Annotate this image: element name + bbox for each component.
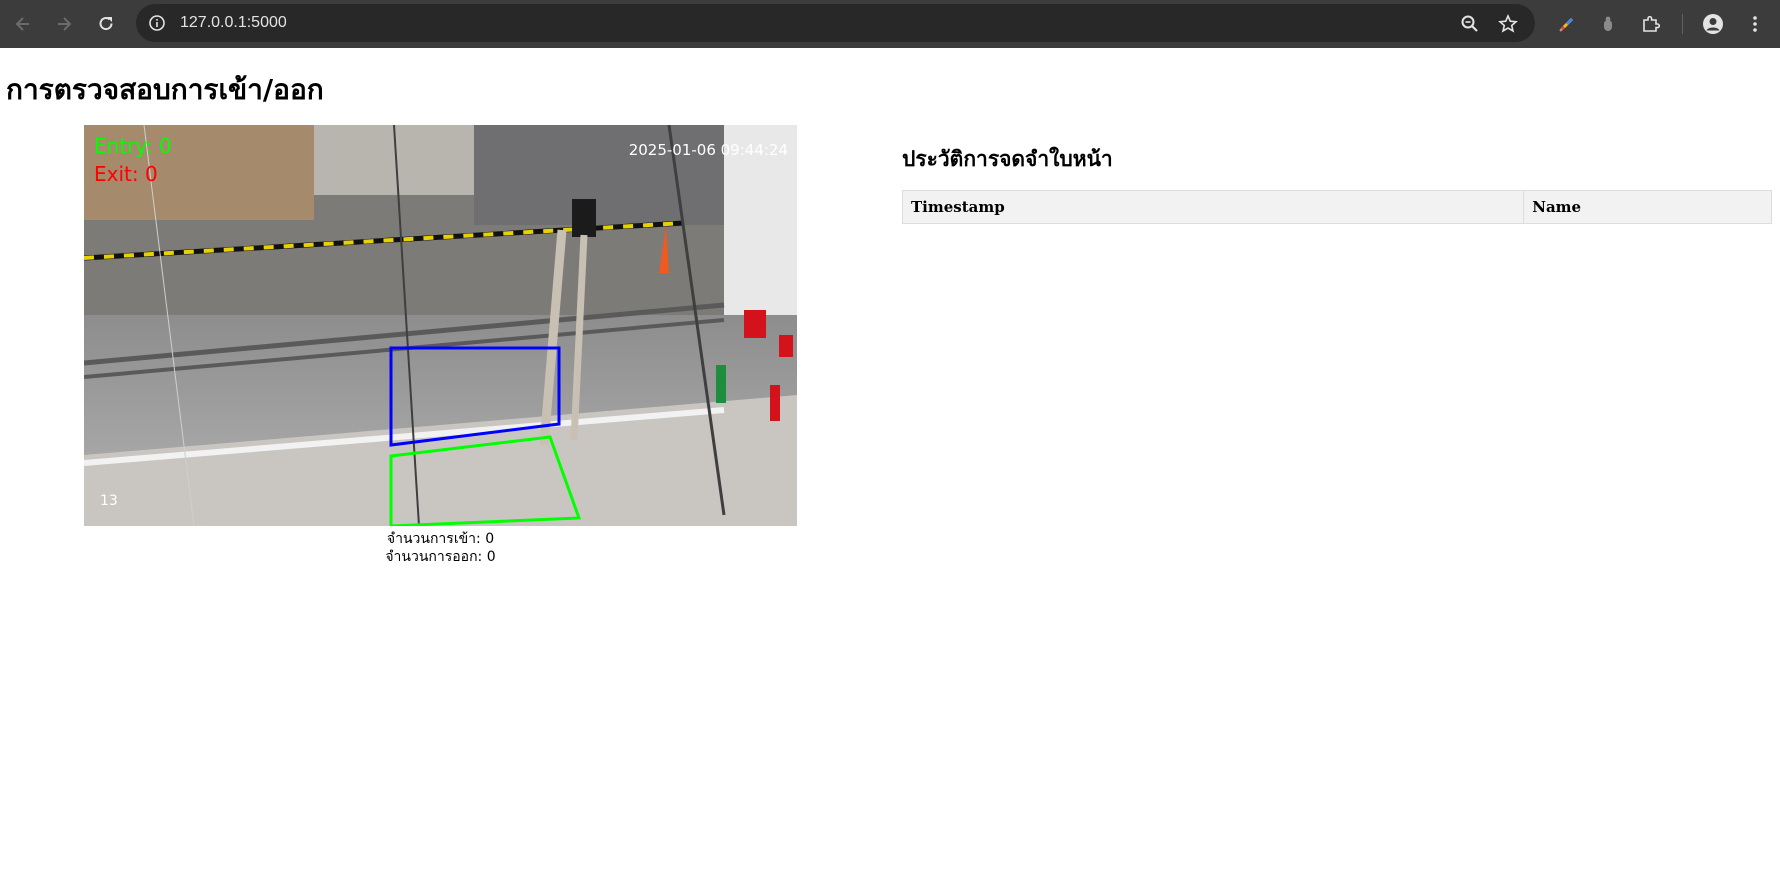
more-menu-button[interactable]	[1739, 8, 1771, 40]
camera-feed: Entry: 0 Exit: 0 2025-01-06 09:44:24 13	[84, 125, 797, 526]
color-pen-extension-button[interactable]	[1551, 8, 1583, 40]
corner-number-text: 13	[100, 493, 118, 509]
bookmark-button[interactable]	[1496, 12, 1520, 36]
timestamp-overlay-text: 2025-01-06 09:44:24	[629, 141, 788, 159]
history-table: Timestamp Name	[901, 190, 1772, 224]
grey-extension-button[interactable]	[1592, 8, 1624, 40]
reload-button[interactable]	[90, 8, 122, 40]
extensions-puzzle-icon	[1643, 15, 1661, 32]
more-menu-icon	[1753, 16, 1757, 32]
counts-panel: จำนวนการเข้า: 0 จำนวนการออก: 0	[84, 530, 797, 566]
camera-feed-image: Entry: 0 Exit: 0 2025-01-06 09:44:24 13	[84, 125, 797, 526]
extensions-button[interactable]	[1635, 8, 1667, 40]
grey-extension-icon	[1604, 16, 1612, 31]
reload-icon	[99, 17, 113, 31]
exit-count-text: จำนวนการออก: 0	[385, 549, 496, 565]
zoom-button[interactable]	[1458, 12, 1482, 36]
zoom-icon	[1461, 15, 1478, 32]
profile-button[interactable]	[1697, 8, 1729, 40]
bookmark-star-icon	[1498, 14, 1518, 33]
history-header-row: Timestamp Name	[901, 190, 1772, 224]
toolbar-separator	[1682, 14, 1683, 34]
page-title: การตรวจสอบการเข้า/ออก	[6, 73, 324, 106]
exit-overlay-text: Exit: 0	[94, 162, 158, 186]
entry-overlay-text: Entry: 0	[94, 134, 172, 158]
back-button[interactable]	[7, 8, 39, 40]
name-column-header: Name	[1523, 190, 1772, 224]
forward-button[interactable]	[48, 8, 80, 40]
history-title: ประวัติการจดจำใบหน้า	[902, 147, 1113, 171]
forward-arrow-icon	[58, 17, 72, 31]
url-text[interactable]: 127.0.0.1:5000	[180, 14, 287, 32]
timestamp-column-header: Timestamp	[901, 190, 1525, 224]
address-bar[interactable]: 127.0.0.1:5000	[136, 4, 1535, 42]
back-arrow-icon	[15, 17, 29, 31]
browser-toolbar: 127.0.0.1:5000	[0, 0, 1780, 48]
site-info-button[interactable]	[146, 12, 168, 34]
profile-avatar-icon	[1703, 14, 1723, 34]
entry-count-text: จำนวนการเข้า: 0	[386, 531, 495, 547]
site-info-icon	[149, 15, 165, 31]
color-pen-extension-icon	[1559, 17, 1574, 32]
